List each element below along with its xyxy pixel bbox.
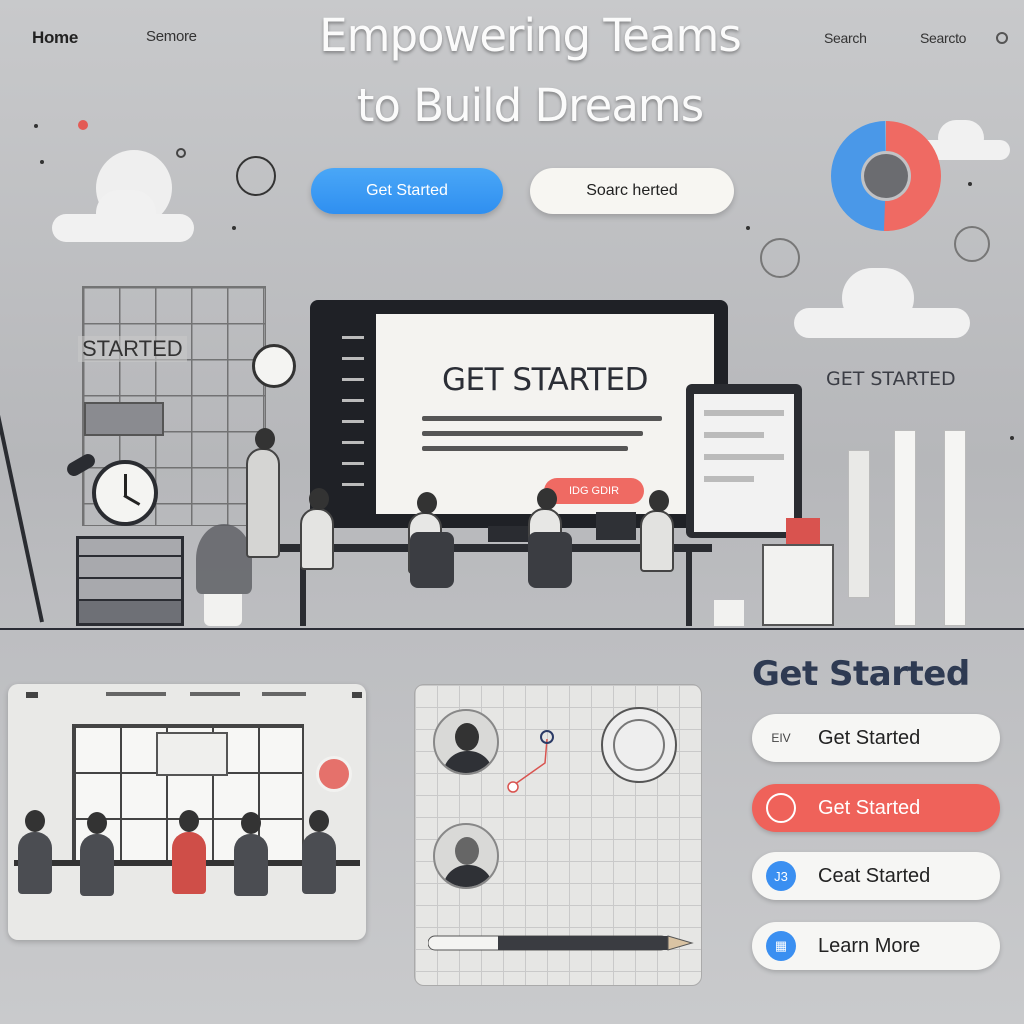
monitor-cta-button[interactable]: IDG GDIR: [544, 478, 644, 504]
laptop-icon: [596, 512, 636, 540]
pencil-icon: [894, 430, 916, 626]
plant-pot: [204, 594, 242, 626]
hero-title-line-2: to Build Dreams: [356, 79, 704, 132]
monitor-screen: GET STARTED IDG GDIR: [376, 314, 714, 514]
clock-icon: [252, 344, 296, 388]
cta-label: Get Started: [818, 726, 921, 749]
file-cabinet: [76, 536, 184, 626]
wall-clock-icon: [316, 756, 352, 792]
decor-dot: [40, 160, 44, 164]
person-figure: [640, 490, 674, 572]
cta-label: Learn More: [818, 934, 921, 957]
cta-label: Get Started: [818, 796, 921, 819]
person-figure: [80, 812, 114, 896]
decor-dot: [968, 182, 972, 186]
books-stack: [786, 518, 820, 544]
nav-search-link-2[interactable]: Searcto: [920, 30, 966, 46]
decor-dot: [34, 124, 38, 128]
cloud-shape: [938, 120, 984, 156]
monitor-text-lines: [422, 416, 662, 461]
whiteboard-note: [84, 402, 164, 436]
decor-ring: [954, 226, 990, 262]
donut-chart-icon: [831, 121, 941, 231]
decor-ring: [236, 156, 276, 196]
get-started-button-1[interactable]: EIV Get Started: [752, 714, 1000, 762]
cta-heading: Get Started: [752, 654, 970, 694]
monitor-title: GET STARTED: [442, 362, 649, 398]
person-figure: [234, 812, 268, 896]
nav-home-link[interactable]: Home: [32, 28, 78, 48]
lamp-stand: [0, 396, 44, 623]
monitor-sidebar: [324, 318, 368, 486]
person-figure: [302, 810, 336, 894]
pencil-icon: [848, 450, 870, 598]
get-started-button[interactable]: Get Started: [311, 168, 503, 214]
get-started-button-3[interactable]: J3 Ceat Started: [752, 852, 1000, 900]
get-started-button-2[interactable]: Get Started: [752, 784, 1000, 832]
hero-title: Empowering Teams to Build Dreams: [230, 8, 830, 134]
decor-ring: [176, 148, 186, 158]
decor-ring: [760, 238, 800, 278]
desk-leg: [686, 552, 692, 626]
person-figure: [172, 810, 206, 894]
right-panel-label: GET STARTED: [826, 368, 956, 390]
circle-dot-icon[interactable]: [996, 32, 1008, 44]
badge-icon: J3: [766, 861, 796, 891]
decor-dot: [78, 120, 88, 130]
clock-icon: [92, 460, 158, 526]
compass-icon: [601, 707, 677, 783]
avatar[interactable]: [433, 709, 499, 775]
book-icon: ▦: [766, 931, 796, 961]
office-chair: [410, 532, 454, 588]
nav-search-link[interactable]: Search: [824, 30, 867, 46]
pencil-icon: [944, 430, 966, 626]
plant-leaves: [196, 524, 252, 594]
drawer-cabinet: [762, 544, 834, 626]
hero-title-line-1: Empowering Teams: [319, 9, 742, 62]
pencil-slider[interactable]: [428, 930, 694, 956]
card-toolbar: [26, 692, 362, 698]
clipboard-board: [686, 384, 802, 538]
circle-icon: [766, 793, 796, 823]
decor-dot: [232, 226, 236, 230]
decor-dot: [746, 226, 750, 230]
person-figure: [300, 488, 334, 570]
plant-pot: [714, 600, 744, 626]
learn-more-button[interactable]: ▦ Learn More: [752, 922, 1000, 970]
person-figure: [18, 810, 52, 894]
team-meeting-card[interactable]: [8, 684, 366, 940]
route-line-icon: [507, 730, 554, 793]
badge-icon: EIV: [771, 731, 791, 745]
office-chair: [528, 532, 572, 588]
cta-label: Ceat Started: [818, 864, 931, 887]
person-standing: [246, 428, 280, 558]
avatar[interactable]: [433, 823, 499, 889]
secondary-hero-button[interactable]: Soarc herted: [530, 168, 734, 214]
cloud-shape: [96, 190, 156, 236]
decor-dot: [1010, 436, 1014, 440]
nav-more-link[interactable]: Semore: [146, 28, 197, 45]
cloud-shape: [842, 268, 914, 328]
whiteboard-label: STARTED: [78, 336, 187, 362]
section-divider: [0, 628, 1024, 630]
wall-board: [156, 732, 228, 776]
